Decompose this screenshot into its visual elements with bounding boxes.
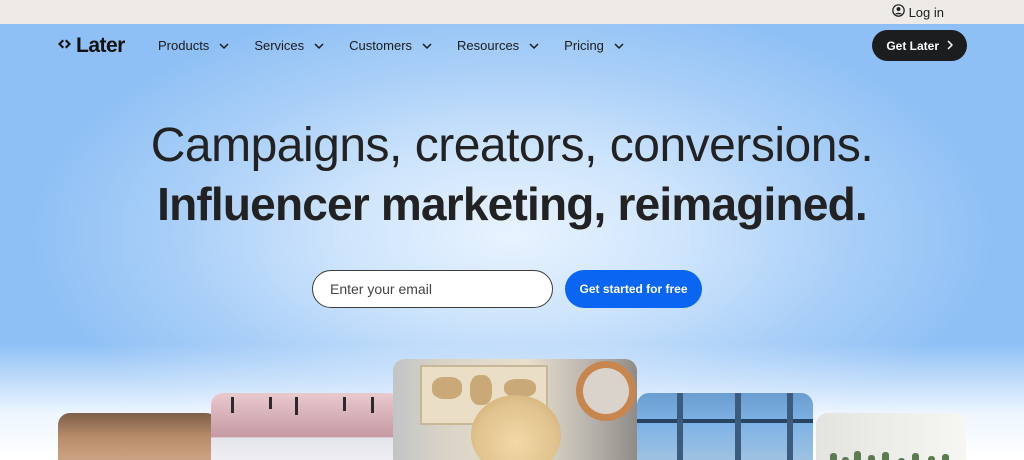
nav-item-customers[interactable]: Customers xyxy=(349,38,432,53)
chevron-down-icon xyxy=(209,38,229,53)
email-input[interactable] xyxy=(312,270,553,308)
creator-photo-card xyxy=(211,393,401,460)
creator-photo-card xyxy=(816,413,966,460)
headline-line-2: Influencer marketing, reimagined. xyxy=(157,178,868,230)
later-logo[interactable]: Later xyxy=(57,34,125,58)
creator-photo-card xyxy=(393,359,637,460)
later-logo-icon xyxy=(57,37,72,55)
get-later-label: Get Later xyxy=(886,38,939,53)
get-later-button[interactable]: Get Later xyxy=(872,30,967,61)
chevron-down-icon xyxy=(304,38,324,53)
nav-item-label: Services xyxy=(254,38,305,53)
mirror-decor xyxy=(576,361,636,421)
chevron-right-icon xyxy=(947,39,954,53)
signup-form: Get started for free xyxy=(312,270,702,308)
top-utility-bar: Log in xyxy=(0,0,1024,24)
headline-line-1: Campaigns, creators, conversions. xyxy=(150,119,874,172)
hero-headline: Campaigns, creators, conversions. Influe… xyxy=(0,118,1024,234)
nav-item-resources[interactable]: Resources xyxy=(457,38,539,53)
main-navigation: Later Products Services Customers Resour… xyxy=(0,24,1024,68)
nav-item-label: Customers xyxy=(349,38,413,53)
get-started-button[interactable]: Get started for free xyxy=(565,270,702,308)
nav-item-pricing[interactable]: Pricing xyxy=(564,38,624,53)
chevron-down-icon xyxy=(604,38,624,53)
login-link[interactable]: Log in xyxy=(891,4,944,20)
login-label: Log in xyxy=(908,4,944,20)
chevron-down-icon xyxy=(519,38,539,53)
nav-item-label: Pricing xyxy=(564,38,604,53)
creator-photo-card xyxy=(58,413,218,460)
nav-item-services[interactable]: Services xyxy=(254,38,324,53)
user-circle-icon xyxy=(891,4,905,20)
logo-text: Later xyxy=(76,34,125,57)
chevron-down-icon xyxy=(412,38,432,53)
nav-item-products[interactable]: Products xyxy=(158,38,229,53)
creator-photo-card xyxy=(637,393,813,460)
nav-item-label: Resources xyxy=(457,38,520,53)
nav-menu: Products Services Customers Resources Pr… xyxy=(158,38,624,53)
nav-item-label: Products xyxy=(158,38,210,53)
